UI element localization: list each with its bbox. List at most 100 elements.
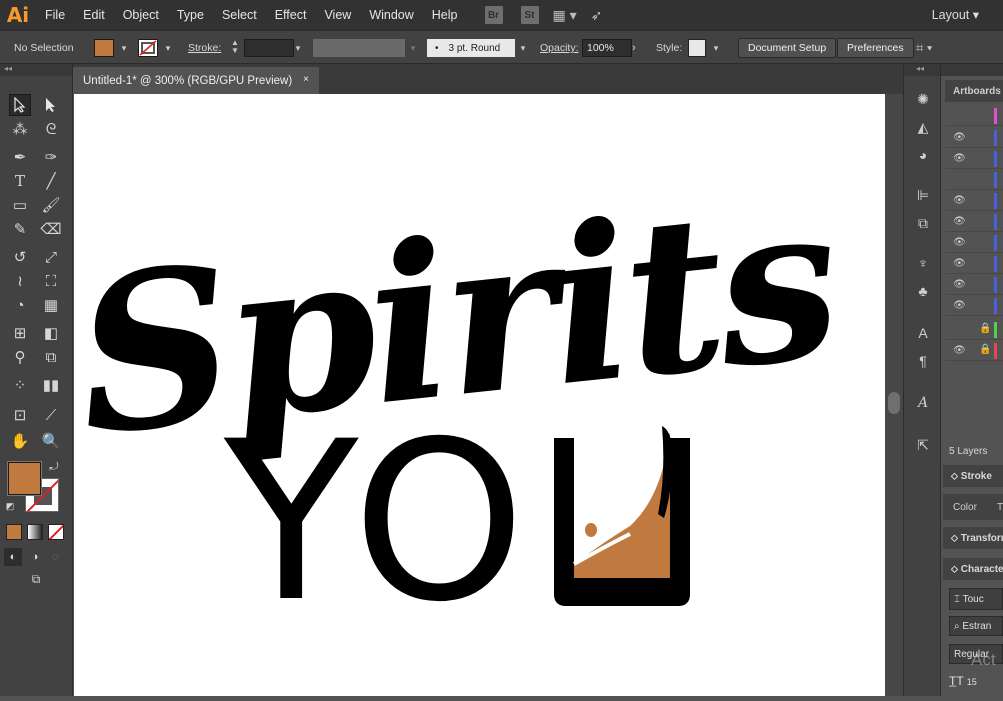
layer-row[interactable]: 👁 🔒 bbox=[945, 341, 1003, 361]
collapse-tools-icon[interactable]: ◂◂ bbox=[0, 64, 72, 76]
eyedropper-tool-icon[interactable]: ⚲ bbox=[9, 346, 31, 368]
character-panel-tab[interactable]: ⬦ Character bbox=[943, 558, 1003, 580]
bridge-icon[interactable]: Br bbox=[484, 6, 503, 24]
visibility-eye-icon[interactable]: 👁 bbox=[953, 279, 966, 290]
layer-row[interactable]: 🔒 bbox=[945, 320, 1003, 340]
curvature-tool-icon[interactable]: ✑ bbox=[40, 146, 62, 168]
align-icon[interactable]: ⊫ bbox=[914, 186, 932, 204]
menu-edit[interactable]: Edit bbox=[74, 8, 114, 22]
layer-row[interactable]: 👁 bbox=[945, 254, 1003, 274]
stroke-label[interactable]: Stroke: bbox=[188, 39, 221, 57]
menu-object[interactable]: Object bbox=[114, 8, 168, 22]
blend-tool-icon[interactable]: ⧉ bbox=[40, 346, 62, 368]
default-colors-icon[interactable]: ◩ bbox=[4, 500, 16, 512]
zoom-tool-icon[interactable]: 🔍 bbox=[40, 430, 62, 452]
vertical-scrollbar[interactable] bbox=[885, 94, 903, 696]
menu-window[interactable]: Window bbox=[360, 8, 422, 22]
perspective-grid-tool-icon[interactable]: ▦ bbox=[40, 294, 62, 316]
opacity-field[interactable]: 100% bbox=[582, 39, 632, 57]
line-tool-icon[interactable]: ╱ bbox=[40, 170, 62, 192]
selection-tool-icon[interactable] bbox=[9, 94, 31, 116]
brush-definition[interactable]: • 3 pt. Round bbox=[427, 39, 515, 57]
document-tab[interactable]: Untitled-1* @ 300% (RGB/GPU Preview) × bbox=[73, 67, 319, 94]
visibility-eye-icon[interactable]: 👁 bbox=[953, 237, 966, 248]
character-styles-icon[interactable]: A bbox=[914, 324, 932, 342]
preferences-button[interactable]: Preferences bbox=[837, 38, 914, 58]
export-icon[interactable]: ⇱ bbox=[914, 436, 932, 454]
shaper-tool-icon[interactable]: ✎ bbox=[9, 218, 31, 240]
scroll-thumb[interactable] bbox=[888, 392, 900, 414]
stroke-swatch[interactable] bbox=[138, 39, 158, 57]
type-tool-icon[interactable]: T bbox=[9, 170, 31, 192]
opacity-label[interactable]: Opacity: bbox=[540, 39, 579, 57]
swap-colors-icon[interactable]: ⤾ bbox=[47, 460, 61, 474]
slice-tool-icon[interactable]: ⟋ bbox=[40, 404, 62, 426]
document-setup-button[interactable]: Document Setup bbox=[738, 38, 837, 58]
rectangle-tool-icon[interactable]: ▭ bbox=[9, 194, 31, 216]
draw-normal-icon[interactable]: ◐ bbox=[4, 548, 22, 566]
brushes-icon[interactable]: ♆ bbox=[914, 254, 932, 272]
fill-swatch[interactable] bbox=[94, 39, 114, 57]
direct-selection-tool-icon[interactable] bbox=[40, 94, 62, 116]
arrange-icon[interactable]: ⌗ ▾ bbox=[916, 39, 932, 57]
draw-behind-icon[interactable]: ◑ bbox=[26, 548, 44, 566]
fill-dropdown[interactable]: ▾ bbox=[116, 39, 132, 57]
artboard[interactable]: Spirits YO bbox=[66, 94, 885, 696]
column-graph-tool-icon[interactable]: ▮▮ bbox=[40, 374, 62, 396]
font-size-row[interactable]: T̲T 15 bbox=[949, 674, 977, 688]
layer-row[interactable]: 👁 bbox=[945, 212, 1003, 232]
stroke-dropdown[interactable]: ▾ bbox=[160, 39, 176, 57]
stroke-panel-tab[interactable]: ⬦ Stroke bbox=[943, 465, 1003, 487]
lasso-tool-icon[interactable]: ᘓ bbox=[40, 118, 62, 140]
layer-row[interactable]: 👁 bbox=[945, 296, 1003, 316]
width-tool-icon[interactable]: ≀ bbox=[9, 270, 31, 292]
mesh-tool-icon[interactable]: ⊞ bbox=[9, 322, 31, 344]
menu-type[interactable]: Type bbox=[168, 8, 213, 22]
visibility-eye-icon[interactable]: 👁 bbox=[953, 153, 966, 164]
visibility-eye-icon[interactable]: 👁 bbox=[953, 300, 966, 311]
magic-wand-tool-icon[interactable]: ⁂ bbox=[9, 118, 31, 140]
gpu-performance-icon[interactable]: ➶ bbox=[591, 7, 603, 24]
layer-row[interactable]: 👁 bbox=[945, 149, 1003, 169]
lock-icon[interactable]: 🔒 bbox=[979, 323, 991, 334]
collapse-strip-icon[interactable]: ◂◂ bbox=[904, 64, 940, 76]
transform-panel-tab[interactable]: ⬦ Transform bbox=[943, 527, 1003, 549]
menu-file[interactable]: File bbox=[36, 8, 74, 22]
brush-dropdown[interactable]: ▾ bbox=[515, 39, 531, 57]
layer-row[interactable]: 👁 bbox=[945, 275, 1003, 295]
variable-width-profile[interactable] bbox=[313, 39, 405, 57]
paragraph-styles-icon[interactable]: ¶ bbox=[914, 352, 932, 370]
gradient-tool-icon[interactable]: ◧ bbox=[40, 322, 62, 344]
visibility-eye-icon[interactable]: 👁 bbox=[953, 132, 966, 143]
close-tab-icon[interactable]: × bbox=[303, 74, 309, 85]
paintbrush-tool-icon[interactable]: 🖌 bbox=[40, 194, 62, 216]
menu-effect[interactable]: Effect bbox=[266, 8, 316, 22]
hand-tool-icon[interactable]: ✋ bbox=[9, 430, 31, 452]
visibility-eye-icon[interactable]: 👁 bbox=[953, 216, 966, 227]
glyphs-icon[interactable]: A bbox=[914, 394, 932, 412]
fill-color-box[interactable] bbox=[7, 461, 42, 496]
stroke-weight-field[interactable] bbox=[244, 39, 294, 57]
shape-builder-tool-icon[interactable]: ◔ bbox=[9, 294, 31, 316]
touch-type-tool-button[interactable]: ⌶ Touc bbox=[949, 588, 1003, 610]
arrange-documents-icon[interactable]: ▦ ▾ bbox=[553, 7, 577, 24]
rotate-tool-icon[interactable]: ↺ bbox=[9, 246, 31, 268]
layer-row[interactable] bbox=[945, 106, 1003, 126]
menu-help[interactable]: Help bbox=[423, 8, 467, 22]
stroke-weight-dropdown[interactable]: ▾ bbox=[290, 39, 306, 57]
style-dropdown[interactable]: ▾ bbox=[708, 39, 724, 57]
free-transform-tool-icon[interactable]: ⛶ bbox=[40, 270, 62, 292]
profile-dropdown[interactable]: ▾ bbox=[405, 39, 421, 57]
gradient-mode-icon[interactable] bbox=[27, 524, 43, 540]
pen-tool-icon[interactable]: ✒ bbox=[9, 146, 31, 168]
graphic-styles-icon[interactable]: ◭ bbox=[914, 118, 932, 136]
artboard-tool-icon[interactable]: ⊡ bbox=[9, 404, 31, 426]
lock-icon[interactable]: 🔒 bbox=[979, 344, 991, 355]
scale-tool-icon[interactable]: ⤢ bbox=[40, 246, 62, 268]
color-guide-icon[interactable]: ◕ bbox=[914, 146, 932, 164]
font-family-field[interactable]: ⌕ Estran bbox=[949, 616, 1003, 636]
menu-select[interactable]: Select bbox=[213, 8, 266, 22]
screen-mode-icon[interactable]: ⧉ bbox=[24, 570, 48, 588]
layer-row[interactable]: 👁 bbox=[945, 191, 1003, 211]
stock-icon[interactable]: St bbox=[520, 6, 539, 24]
